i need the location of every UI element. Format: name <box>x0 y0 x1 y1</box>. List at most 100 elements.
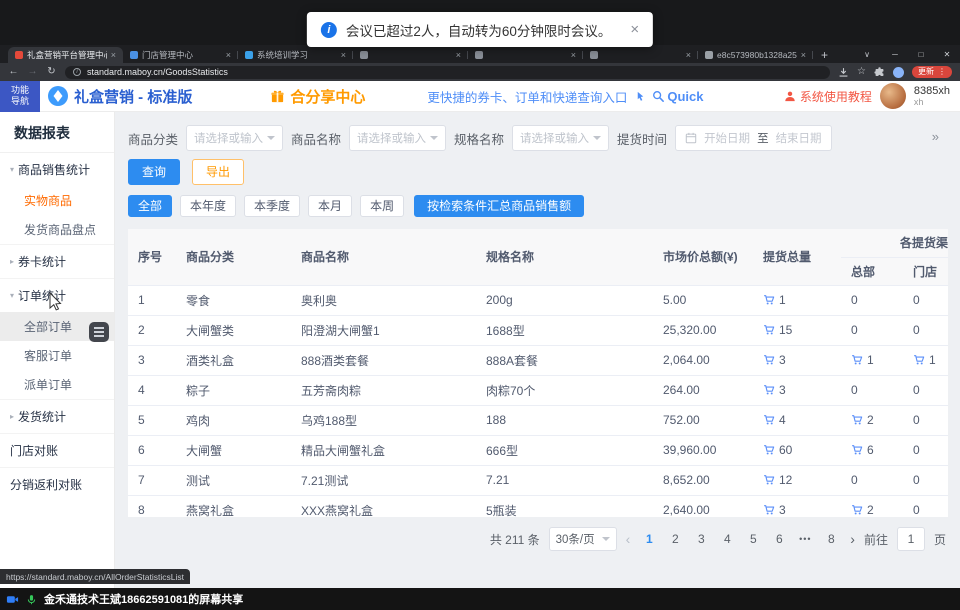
site-info-icon[interactable]: i <box>73 68 81 76</box>
sidebar-group: 门店对账 <box>0 433 114 467</box>
browser-update-button[interactable]: 更新 ⋮ <box>912 66 952 78</box>
cell-store-count: 1 <box>903 345 948 375</box>
date-separator: 至 <box>757 130 769 146</box>
cell-name: 7.21测试 <box>291 465 476 495</box>
tab-close-icon[interactable]: × <box>686 50 691 60</box>
chevron-down-icon <box>602 537 610 541</box>
category-select[interactable]: 请选择或输入 <box>186 125 283 151</box>
tab-search-icon[interactable]: ∨ <box>864 50 870 59</box>
cell-name: 精品大闸蟹礼盒 <box>291 435 476 465</box>
browser-tab[interactable]: e8c573980b1328a258fd2e6i× <box>698 47 813 63</box>
table-head: 序号商品分类商品名称规格名称市场价总额(¥)提货总量各提货渠道总部门店 <box>128 229 948 285</box>
tab-close-icon[interactable]: × <box>801 50 806 60</box>
table-row: 1零食奥利奥200g5.00100 <box>128 285 948 315</box>
share-center-link[interactable]: 合分享中心 <box>270 86 365 107</box>
quick-filter-chip[interactable]: 本周 <box>360 195 404 217</box>
page-number-1[interactable]: 1 <box>639 532 659 546</box>
forward-icon[interactable]: → <box>27 67 38 77</box>
minimize-button[interactable]: ─ <box>882 45 908 63</box>
extensions-puzzle-icon[interactable] <box>874 67 885 78</box>
page-ellipsis[interactable]: ••• <box>795 534 815 544</box>
tab-close-icon[interactable]: × <box>341 50 346 60</box>
toast-close-icon[interactable]: × <box>630 21 639 38</box>
page-number-2[interactable]: 2 <box>665 532 685 546</box>
close-window-button[interactable]: ✕ <box>934 45 960 63</box>
cell-spec: 200g <box>476 285 653 315</box>
maximize-button[interactable]: □ <box>908 45 934 63</box>
goto-page-input[interactable]: 1 <box>897 527 925 551</box>
cell-spec: 1688型 <box>476 315 653 345</box>
tab-close-icon[interactable]: × <box>226 50 231 60</box>
sidebar-item[interactable]: 客服订单 <box>0 341 114 370</box>
bookmark-star-icon[interactable]: ☆ <box>857 67 866 77</box>
column-header: 商品名称 <box>291 229 476 285</box>
search-button[interactable]: 查询 <box>128 159 180 185</box>
prev-page-button[interactable]: ‹ <box>626 531 631 547</box>
quick-filter-chip[interactable]: 本年度 <box>180 195 236 217</box>
page-number-5[interactable]: 5 <box>743 532 763 546</box>
page-number-4[interactable]: 4 <box>717 532 737 546</box>
pickup-cart-icon <box>763 354 775 366</box>
cell-index: 3 <box>128 345 176 375</box>
address-bar[interactable]: i standard.maboy.cn/GoodsStatistics <box>65 66 830 79</box>
new-tab-button[interactable]: + <box>821 49 828 61</box>
spec-select[interactable]: 请选择或输入 <box>512 125 609 151</box>
browser-tab[interactable]: 系统培训学习× <box>238 47 353 63</box>
browser-tab[interactable]: × <box>353 47 468 63</box>
function-nav-button[interactable]: 功能导航 <box>0 81 40 112</box>
total-count: 共 211 条 <box>490 531 540 548</box>
tab-close-icon[interactable]: × <box>571 50 576 60</box>
sidebar-group-label[interactable]: ▸发货统计 <box>0 400 114 433</box>
collapse-panel-icon[interactable]: » <box>932 129 938 144</box>
sidebar-item[interactable]: 实物商品 <box>0 186 114 215</box>
page-number-8[interactable]: 8 <box>821 532 841 546</box>
sidebar-group-label[interactable]: ▾商品销售统计 <box>0 153 114 186</box>
chevron-down-icon <box>267 136 275 140</box>
cell-name: 奥利奥 <box>291 285 476 315</box>
export-button[interactable]: 导出 <box>192 159 244 185</box>
back-icon[interactable]: ← <box>8 67 19 77</box>
quick-filter-chip[interactable]: 本季度 <box>244 195 300 217</box>
refresh-icon[interactable]: ↻ <box>46 67 57 77</box>
page-number-6[interactable]: 6 <box>769 532 789 546</box>
sidebar-group-label[interactable]: ▸券卡统计 <box>0 245 114 278</box>
download-icon[interactable] <box>838 67 849 78</box>
cell-hq-count: 0 <box>841 315 903 345</box>
cell-store-count: 0 <box>903 435 948 465</box>
quick-filter-chip[interactable]: 本月 <box>308 195 352 217</box>
pickup-cart-icon <box>763 474 775 486</box>
browser-tab[interactable]: 门店管理中心× <box>123 47 238 63</box>
cell-category: 测试 <box>176 465 291 495</box>
sidebar-group-label[interactable]: 门店对账 <box>0 434 114 467</box>
quick-label: Quick <box>667 89 703 104</box>
page-number-3[interactable]: 3 <box>691 532 711 546</box>
browser-profile-avatar[interactable] <box>893 67 904 78</box>
pickup-count: 1 <box>867 353 874 367</box>
feedback-float-button[interactable] <box>89 322 109 342</box>
tab-close-icon[interactable]: × <box>456 50 461 60</box>
page-size-select[interactable]: 30条/页 <box>549 527 617 551</box>
cell-pickup-total: 12 <box>753 465 841 495</box>
name-select[interactable]: 请选择或输入 <box>349 125 446 151</box>
user-avatar[interactable] <box>880 83 906 109</box>
quick-search-link[interactable]: Quick <box>652 89 703 104</box>
kebab-menu-icon[interactable]: ⋮ <box>938 68 946 76</box>
browser-tab[interactable]: × <box>468 47 583 63</box>
quick-filter-chip[interactable]: 全部 <box>128 195 172 217</box>
tutorial-link[interactable]: 系统使用教程 <box>784 88 872 105</box>
date-range-picker[interactable]: 开始日期 至 结束日期 <box>675 125 832 151</box>
browser-tabbar: 礼盒营销平台管理中心×门店管理中心×系统培训学习××××e8c573980b13… <box>0 45 960 63</box>
sidebar-item[interactable]: 派单订单 <box>0 370 114 399</box>
cell-pickup-total: 15 <box>753 315 841 345</box>
sidebar-group-text: 分销返利对账 <box>10 476 82 493</box>
summary-button[interactable]: 按检索条件汇总商品销售额 <box>414 195 584 217</box>
cell-name: 乌鸡188型 <box>291 405 476 435</box>
meeting-toast: i 会议已超过2人，自动转为60分钟限时会议。 × <box>307 12 653 47</box>
sidebar-item[interactable]: 发货商品盘点 <box>0 215 114 244</box>
sidebar-group-label[interactable]: 分销返利对账 <box>0 468 114 501</box>
browser-tab[interactable]: × <box>583 47 698 63</box>
browser-tab[interactable]: 礼盒营销平台管理中心× <box>8 47 123 63</box>
tab-close-icon[interactable]: × <box>111 50 116 60</box>
column-header: 市场价总额(¥) <box>653 229 753 285</box>
next-page-button[interactable]: › <box>850 531 855 547</box>
